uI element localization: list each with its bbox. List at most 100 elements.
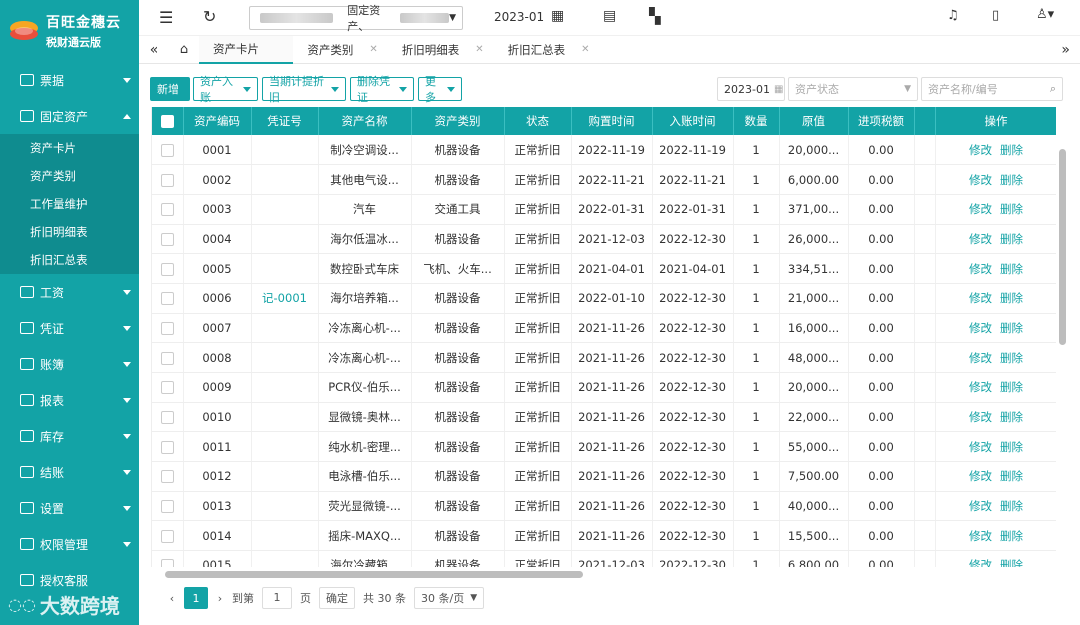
edit-link[interactable]: 修改 (969, 499, 992, 513)
row-checkbox[interactable] (160, 173, 174, 187)
row-checkbox[interactable] (160, 470, 174, 484)
table-row[interactable]: 0013 荧光显微镜-... 机器设备 正常折旧 2021-11-26 2022-12-3… (152, 491, 1056, 522)
edit-link[interactable]: 修改 (969, 529, 992, 543)
row-checkbox[interactable] (160, 143, 174, 157)
delete-link[interactable]: 删除 (1000, 143, 1023, 157)
sidebar-item[interactable]: 报表 (0, 382, 139, 418)
sidebar-item[interactable]: 结账 (0, 454, 139, 490)
edit-link[interactable]: 修改 (969, 173, 992, 187)
row-checkbox[interactable] (160, 381, 174, 395)
depreciation-button[interactable]: 当期计提折旧 (262, 75, 346, 104)
add-button[interactable]: 新增 (150, 77, 190, 101)
edit-link[interactable]: 修改 (969, 440, 992, 454)
row-checkbox[interactable] (160, 232, 174, 246)
edit-link[interactable]: 修改 (969, 351, 992, 365)
row-checkbox[interactable] (160, 559, 174, 567)
sidebar-item[interactable]: 凭证 (0, 310, 139, 346)
delete-link[interactable]: 删除 (1000, 262, 1023, 276)
home-icon[interactable]: ⌂ (169, 42, 199, 57)
status-select[interactable]: 资产状态 ▼ (788, 77, 918, 101)
menu-toggle-icon[interactable]: ☰ (159, 8, 173, 27)
delete-link[interactable]: 删除 (1000, 291, 1023, 305)
table-row[interactable]: 0001 制冷空调设... 机器设备 正常折旧 2022-11-19 2022-11-19… (152, 135, 1056, 166)
row-checkbox[interactable] (160, 411, 174, 425)
delete-link[interactable]: 删除 (1000, 529, 1023, 543)
row-checkbox[interactable] (160, 529, 174, 543)
table-row[interactable]: 0010 显微镜-奥林... 机器设备 正常折旧 2021-11-26 2022-12-3… (152, 402, 1056, 433)
edit-link[interactable]: 修改 (969, 469, 992, 483)
edit-link[interactable]: 修改 (969, 262, 992, 276)
vertical-scrollbar[interactable] (1058, 135, 1068, 567)
more-button[interactable]: 更多 (418, 75, 462, 104)
close-icon[interactable]: ✕ (475, 44, 483, 55)
sidebar-item[interactable]: 票据 (0, 62, 139, 98)
sidebar-item[interactable]: 库存 (0, 418, 139, 454)
table-row[interactable]: 0011 纯水机-密理... 机器设备 正常折旧 2021-11-26 2022-12-3… (152, 431, 1056, 463)
edit-link[interactable]: 修改 (969, 232, 992, 246)
delete-link[interactable]: 删除 (1000, 202, 1023, 216)
refresh-icon[interactable]: ↻ (203, 7, 216, 26)
clipboard-icon[interactable]: ▯ (992, 8, 999, 23)
close-icon[interactable]: ✕ (369, 44, 377, 55)
delete-link[interactable]: 删除 (1000, 173, 1023, 187)
search-input[interactable]: 资产名称/编号 ⌕ (921, 77, 1063, 101)
horizontal-scrollbar[interactable] (151, 568, 1056, 580)
delete-voucher-button[interactable]: 删除凭证 (350, 75, 414, 104)
page-size-select[interactable]: 30 条/页 ▼ (414, 587, 485, 609)
delete-link[interactable]: 删除 (1000, 232, 1023, 246)
user-icon[interactable]: ♙▾ (1036, 7, 1054, 22)
delete-link[interactable]: 删除 (1000, 410, 1023, 424)
vertical-scroll-thumb[interactable] (1059, 149, 1066, 345)
delete-link[interactable]: 删除 (1000, 380, 1023, 394)
edit-link[interactable]: 修改 (969, 410, 992, 424)
tab[interactable]: 折旧汇总表 ✕ (494, 36, 600, 64)
table-row[interactable]: 0007 冷冻离心机-... 机器设备 正常折旧 2021-11-26 2022-12-3… (152, 313, 1056, 344)
delete-link[interactable]: 删除 (1000, 440, 1023, 454)
edit-link[interactable]: 修改 (969, 558, 992, 567)
table-row[interactable]: 0015 海尔冷藏箱... 机器设备 正常折旧 2021-12-03 2022-12-30… (152, 550, 1056, 567)
apps-icon[interactable]: ▚ (649, 7, 661, 25)
edit-link[interactable]: 修改 (969, 321, 992, 335)
table-row[interactable]: 0008 冷冻离心机-... 机器设备 正常折旧 2021-11-26 2022-12-3… (152, 342, 1056, 373)
table-row[interactable]: 0002 其他电气设... 机器设备 正常折旧 2022-11-21 2022-11-21… (152, 164, 1056, 195)
submenu-item[interactable]: 资产卡片 (0, 134, 139, 162)
select-all-checkbox[interactable] (160, 115, 174, 128)
sidebar-item[interactable]: 工资 (0, 274, 139, 310)
table-row[interactable]: 0005 数控卧式车床 飞机、火车... 正常折旧 2021-04-01 2021-04-… (152, 253, 1056, 284)
collapse-left-icon[interactable]: « (139, 42, 169, 58)
edit-link[interactable]: 修改 (969, 202, 992, 216)
horizontal-scroll-thumb[interactable] (165, 571, 583, 578)
row-checkbox[interactable] (160, 203, 174, 217)
page-button-current[interactable]: 1 (184, 587, 208, 609)
sidebar-item[interactable]: 账簿 (0, 346, 139, 382)
table-row[interactable]: 0014 摇床-MAXQ... 机器设备 正常折旧 2021-11-26 2022-12-… (152, 520, 1056, 552)
row-checkbox[interactable] (160, 262, 174, 276)
delete-link[interactable]: 删除 (1000, 321, 1023, 335)
submenu-item[interactable]: 资产类别 (0, 162, 139, 190)
submenu-item[interactable]: 工作量维护 (0, 190, 139, 218)
table-row[interactable]: 0012 电泳槽-伯乐... 机器设备 正常折旧 2021-11-26 2022-12-3… (152, 461, 1056, 492)
row-checkbox[interactable] (160, 321, 174, 335)
close-icon[interactable]: ✕ (581, 44, 589, 55)
notes-icon[interactable]: ▤ (603, 8, 616, 24)
confirm-button[interactable]: 确定 (319, 587, 355, 609)
collapse-right-icon[interactable]: » (1061, 42, 1070, 58)
date-picker[interactable]: 2023-01 ▦ (717, 77, 785, 101)
delete-link[interactable]: 删除 (1000, 558, 1023, 567)
row-checkbox[interactable] (160, 351, 174, 365)
edit-link[interactable]: 修改 (969, 143, 992, 157)
table-row[interactable]: 0006 记-0001 海尔培养箱... 机器设备 正常折旧 2022-01-10 2022… (152, 283, 1056, 314)
table-cell[interactable]: 记-0001 (251, 283, 319, 314)
prev-page-icon[interactable]: ‹ (160, 587, 184, 609)
table-row[interactable]: 0003 汽车 交通工具 正常折旧 2022-01-31 2022-01-31 1 371,0… (152, 194, 1056, 225)
calendar-icon[interactable]: ▦ (551, 8, 564, 24)
delete-link[interactable]: 删除 (1000, 499, 1023, 513)
submenu-item[interactable]: 折旧明细表 (0, 218, 139, 246)
sidebar-item[interactable]: 固定资产 (0, 98, 139, 134)
bell-icon[interactable]: ♫ (947, 8, 959, 23)
delete-link[interactable]: 删除 (1000, 469, 1023, 483)
submenu-item[interactable]: 折旧汇总表 (0, 246, 139, 274)
tab[interactable]: 折旧明细表 ✕ (388, 36, 494, 64)
tab[interactable]: 资产卡片✕ (199, 35, 294, 64)
table-row[interactable]: 0009 PCR仪-伯乐... 机器设备 正常折旧 2021-11-26 2022-12-… (152, 372, 1056, 403)
